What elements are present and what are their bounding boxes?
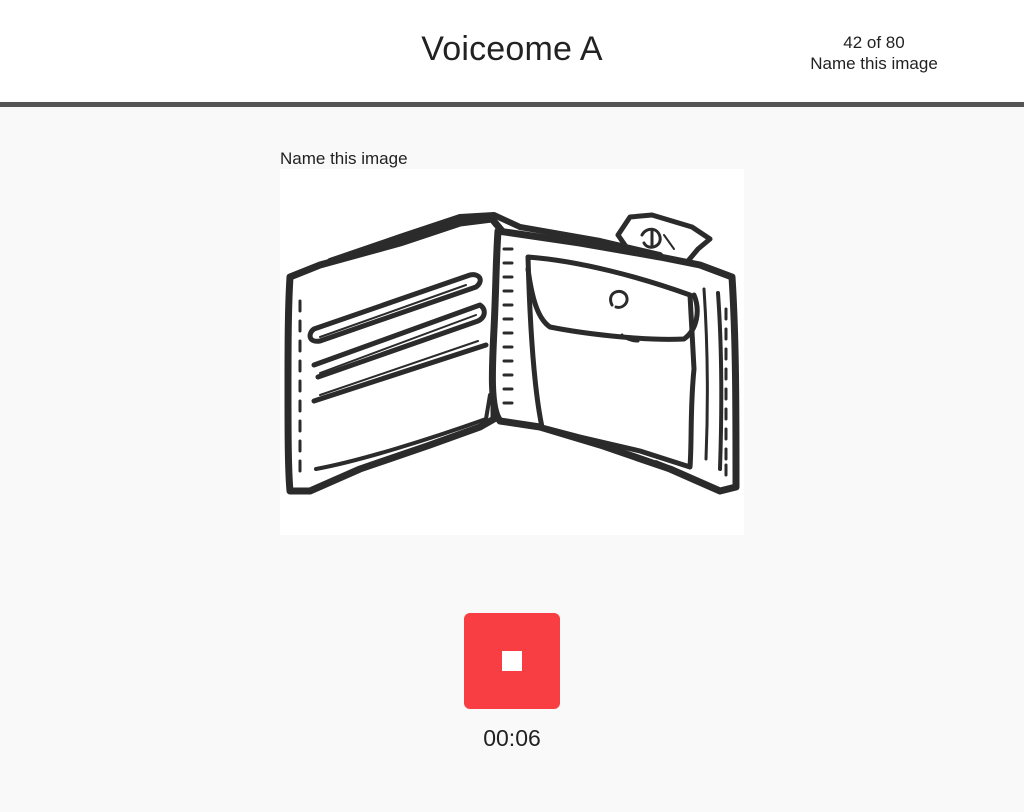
stimulus-image (280, 169, 744, 535)
progress-count: 42 of 80 (843, 33, 905, 52)
progress-task-label: Name this image (810, 54, 938, 73)
progress-indicator: 42 of 80 Name this image (794, 32, 954, 74)
recording-timer: 00:06 (483, 725, 541, 751)
stop-icon (502, 651, 522, 671)
stop-recording-button[interactable] (464, 613, 560, 709)
app-header: Voiceome A 42 of 80 Name this image (0, 0, 1024, 107)
task-prompt: Name this image (280, 149, 408, 168)
wallet-illustration (284, 212, 740, 495)
